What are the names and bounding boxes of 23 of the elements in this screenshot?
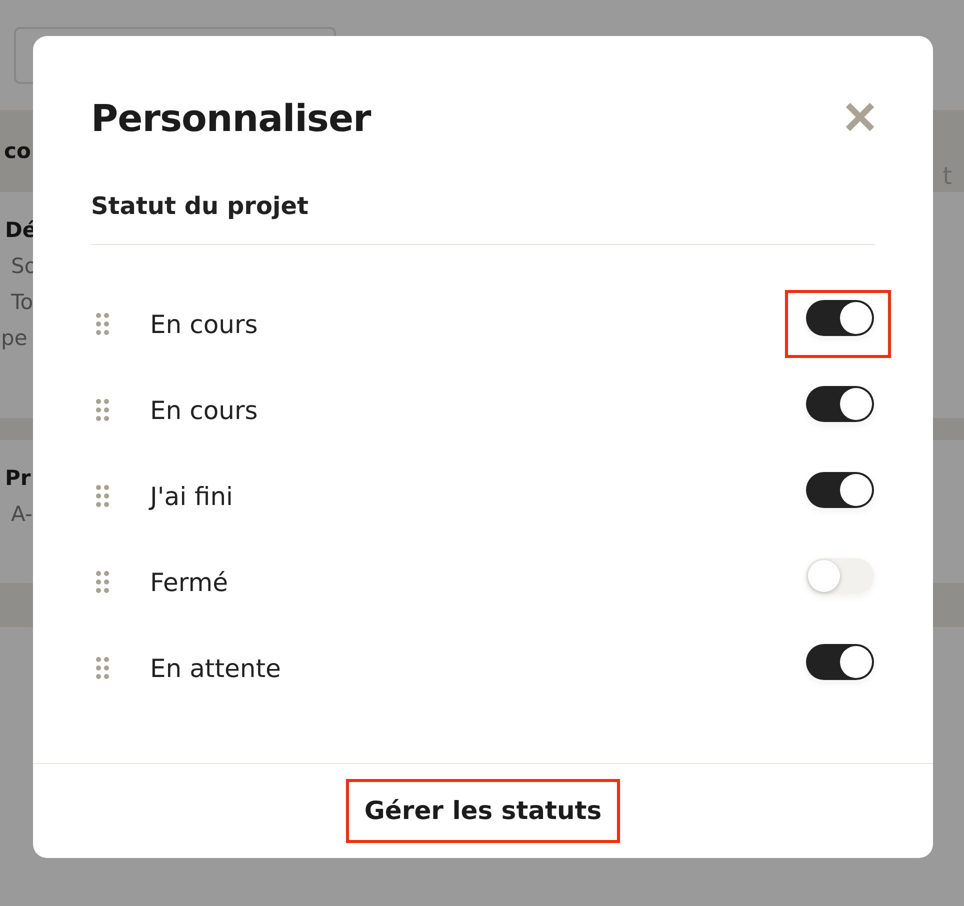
drag-handle-icon[interactable] (96, 399, 109, 421)
section-text: pe (1, 326, 28, 350)
toggle-switch[interactable] (806, 558, 874, 594)
section-heading: Statut du projet (91, 160, 875, 245)
section-text: A- (10, 502, 34, 526)
status-label: En cours (150, 396, 259, 424)
toggle-switch[interactable] (806, 386, 874, 422)
section-text: To (10, 290, 34, 314)
drag-handle-icon[interactable] (96, 571, 109, 593)
status-label: Fermé (150, 568, 229, 596)
drag-handle-icon[interactable] (96, 313, 109, 335)
toggle-switch[interactable] (806, 644, 874, 680)
drag-handle-icon[interactable] (96, 485, 109, 507)
dialog-title: Personnaliser (91, 96, 371, 140)
status-label: En cours (150, 310, 259, 338)
section-title: Pr (4, 466, 32, 490)
status-label: En attente (150, 654, 282, 682)
manage-statuses-button[interactable]: Gérer les statuts (346, 779, 620, 843)
status-label: J'ai fini (150, 482, 234, 510)
header-text: co (3, 139, 31, 163)
toggle-switch[interactable] (806, 300, 874, 336)
toggle-switch[interactable] (806, 472, 874, 508)
drag-handle-icon[interactable] (96, 657, 109, 679)
